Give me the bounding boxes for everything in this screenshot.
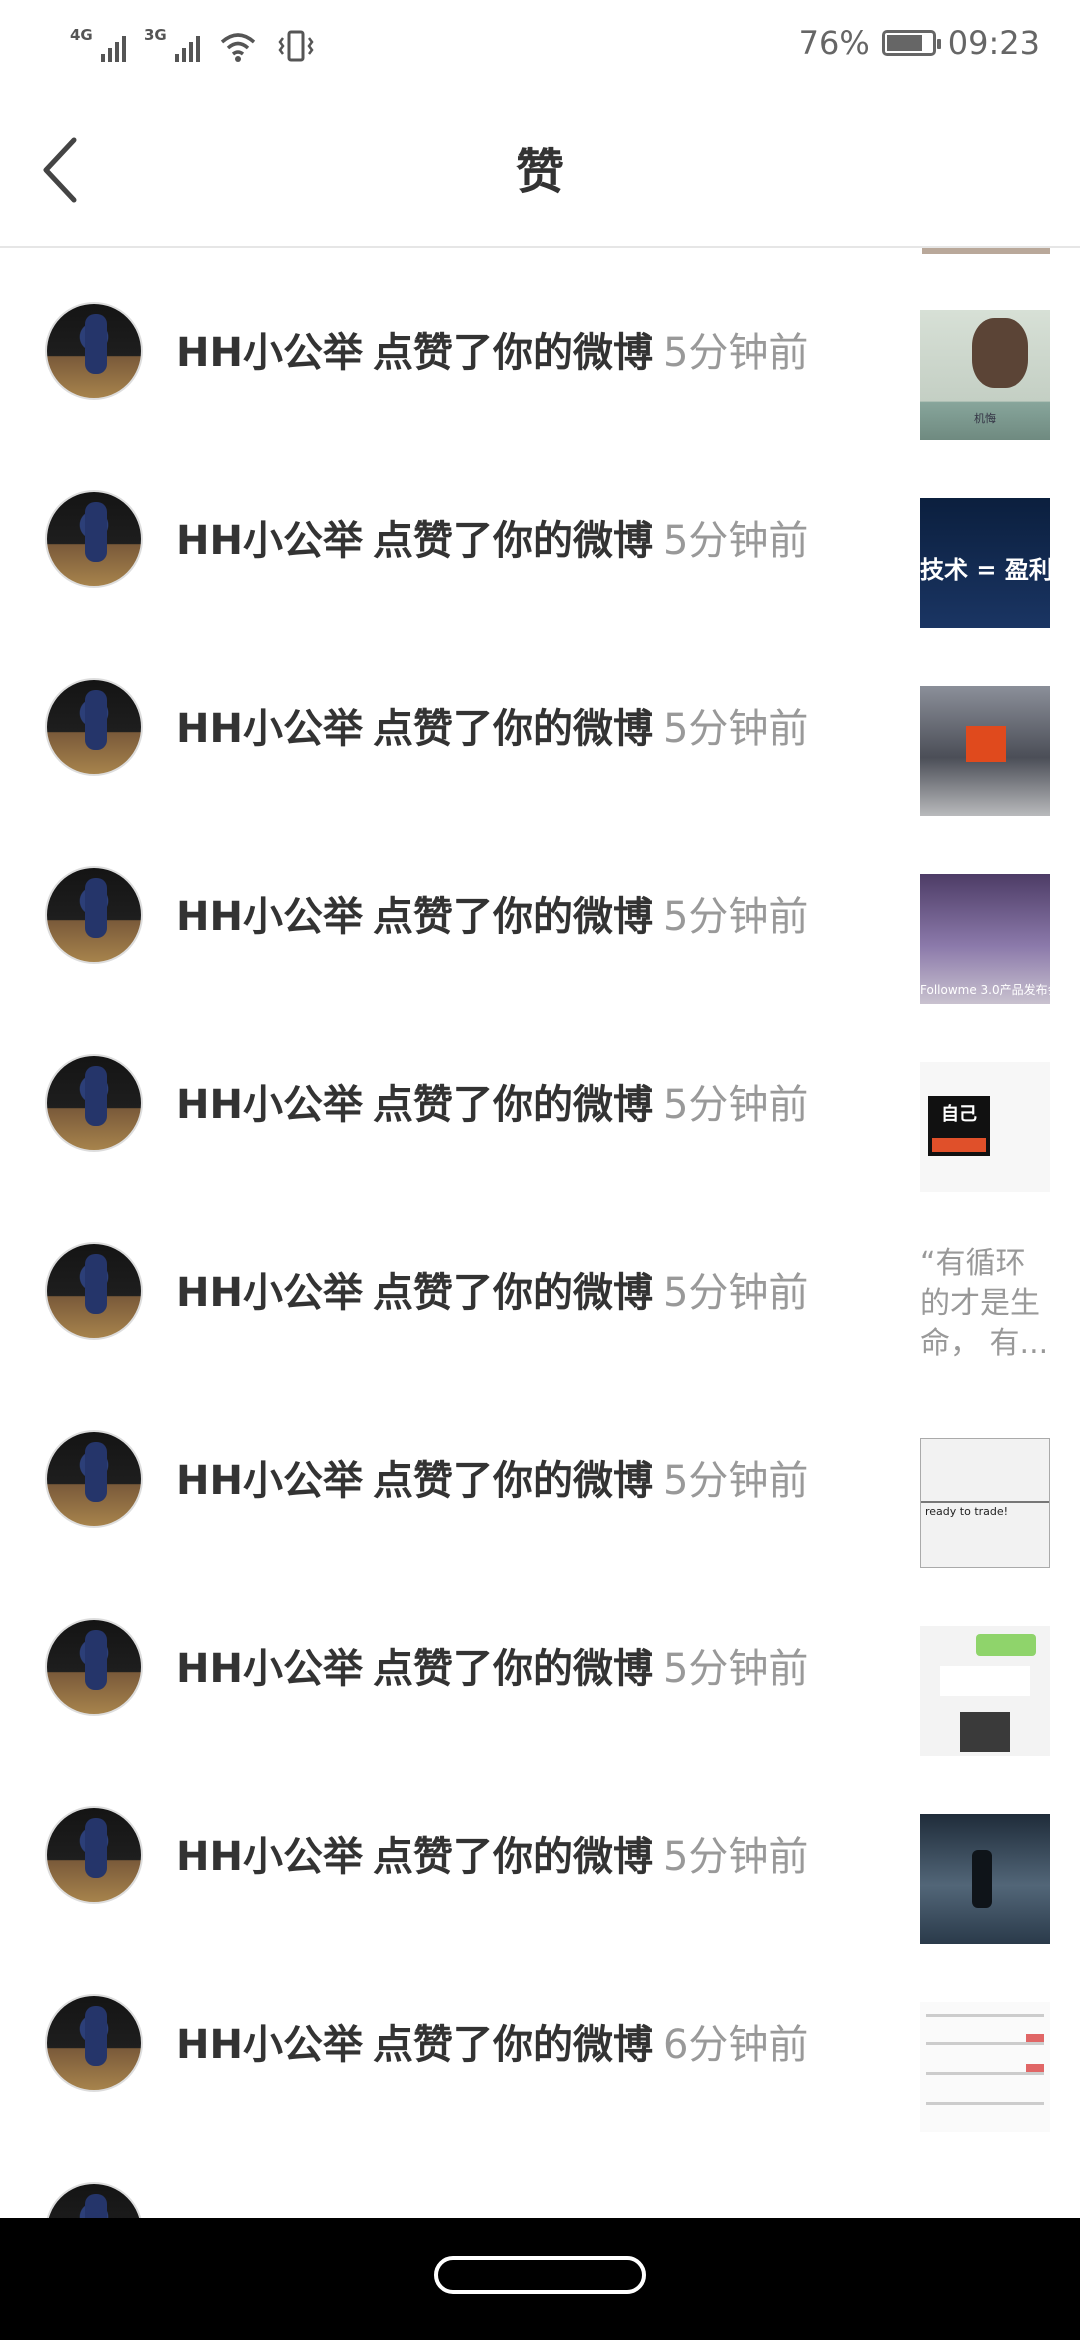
- user-name[interactable]: HH小公举: [176, 1646, 363, 1692]
- battery-icon: [881, 30, 941, 56]
- user-name[interactable]: HH小公举: [176, 518, 363, 564]
- like-text: HH小公举 点赞了你的微博 6分钟前: [176, 2012, 808, 2070]
- post-thumbnail[interactable]: 技术 = 盈利 ?: [920, 498, 1050, 628]
- list-item[interactable]: HH小公举 点赞了你的微博 5分钟前 Followme 3.0产品发布会: [0, 812, 1080, 1004]
- list-item-partial[interactable]: [0, 2128, 1080, 2218]
- timestamp: 6分钟前: [662, 2022, 809, 2068]
- user-name[interactable]: HH小公举: [176, 1270, 363, 1316]
- avatar[interactable]: [45, 490, 143, 588]
- list-item[interactable]: HH小公举 点赞了你的微博 6分钟前: [0, 1940, 1080, 2132]
- post-thumbnail[interactable]: [920, 1626, 1050, 1756]
- avatar[interactable]: [45, 302, 143, 400]
- like-text: HH小公举 点赞了你的微博 5分钟前: [176, 696, 808, 754]
- avatar[interactable]: [45, 1430, 143, 1528]
- clock: 09:23: [947, 24, 1040, 62]
- action-text: 点赞了你的微博: [372, 1834, 653, 1880]
- avatar[interactable]: [45, 1806, 143, 1904]
- avatar[interactable]: [45, 2182, 143, 2218]
- action-text: 点赞了你的微博: [372, 1646, 653, 1692]
- list-item[interactable]: HH小公举 点赞了你的微博 5分钟前 “有循环的才是生命， 有...: [0, 1188, 1080, 1376]
- signal-4g-icon: 4G: [70, 26, 126, 66]
- thumbnail-caption: Followme 3.0产品发布会: [920, 983, 1050, 997]
- action-text: 点赞了你的微博: [372, 894, 653, 940]
- likes-list[interactable]: HH小公举 点赞了你的微博 5分钟前 机悔 HH小公举 点赞了你的微博 5分钟前 技术 …: [0, 248, 1080, 2218]
- like-text: HH小公举 点赞了你的微博 5分钟前: [176, 320, 808, 378]
- avatar[interactable]: [45, 1054, 143, 1152]
- action-text: 点赞了你的微博: [372, 518, 653, 564]
- action-text: 点赞了你的微博: [372, 2022, 653, 2068]
- signal-3g-icon: 3G: [144, 26, 200, 66]
- avatar[interactable]: [45, 678, 143, 776]
- avatar[interactable]: [45, 1994, 143, 2092]
- user-name[interactable]: HH小公举: [176, 894, 363, 940]
- list-item[interactable]: HH小公举 点赞了你的微博 5分钟前 自己: [0, 1000, 1080, 1192]
- list-item[interactable]: HH小公举 点赞了你的微博 5分钟前: [0, 624, 1080, 816]
- battery-percent: 76%: [798, 24, 870, 62]
- like-text: HH小公举 点赞了你的微博 5分钟前: [176, 1448, 808, 1506]
- post-text-preview[interactable]: “有循环的才是生命， 有...: [920, 1244, 1050, 1364]
- post-thumbnail[interactable]: Followme 3.0产品发布会: [920, 874, 1050, 1004]
- action-text: 点赞了你的微博: [372, 1082, 653, 1128]
- timestamp: 5分钟前: [662, 1458, 809, 1504]
- status-bar: 4G 3G 76% 09:23: [0, 0, 1080, 90]
- avatar[interactable]: [45, 1242, 143, 1340]
- status-left: 4G 3G: [70, 22, 316, 66]
- post-thumbnail[interactable]: [920, 686, 1050, 816]
- list-item[interactable]: HH小公举 点赞了你的微博 5分钟前 机悔: [0, 248, 1080, 440]
- wifi-icon: [220, 33, 256, 62]
- avatar[interactable]: [45, 866, 143, 964]
- thumbnail-caption: ready to trade!: [925, 1505, 1009, 1518]
- like-text: HH小公举 点赞了你的微博 5分钟前: [176, 1824, 808, 1882]
- post-thumbnail[interactable]: [920, 2002, 1050, 2132]
- action-text: 点赞了你的微博: [372, 330, 653, 376]
- post-thumbnail[interactable]: [920, 1814, 1050, 1944]
- like-text: HH小公举 点赞了你的微博 5分钟前: [176, 884, 808, 942]
- vibrate-icon: [278, 30, 314, 62]
- user-name[interactable]: HH小公举: [176, 330, 363, 376]
- list-item[interactable]: HH小公举 点赞了你的微博 5分钟前: [0, 1752, 1080, 1944]
- thumbnail-caption: 自己: [941, 1104, 977, 1125]
- header: 赞: [0, 90, 1080, 248]
- timestamp: 5分钟前: [662, 894, 809, 940]
- like-text: HH小公举 点赞了你的微博 5分钟前: [176, 1260, 808, 1318]
- user-name[interactable]: HH小公举: [176, 706, 363, 752]
- timestamp: 5分钟前: [662, 1834, 809, 1880]
- list-item[interactable]: HH小公举 点赞了你的微博 5分钟前: [0, 1564, 1080, 1756]
- avatar[interactable]: [45, 1618, 143, 1716]
- timestamp: 5分钟前: [662, 1270, 809, 1316]
- like-text: HH小公举 点赞了你的微博 5分钟前: [176, 1072, 808, 1130]
- action-text: 点赞了你的微博: [372, 1458, 653, 1504]
- like-text: HH小公举 点赞了你的微博 5分钟前: [176, 508, 808, 566]
- timestamp: 5分钟前: [662, 1082, 809, 1128]
- post-thumbnail[interactable]: 机悔: [920, 310, 1050, 440]
- user-name[interactable]: HH小公举: [176, 1082, 363, 1128]
- action-text: 点赞了你的微博: [372, 1270, 653, 1316]
- action-text: 点赞了你的微博: [372, 706, 653, 752]
- navigation-bar: [0, 2218, 1080, 2340]
- user-name[interactable]: HH小公举: [176, 2022, 363, 2068]
- list-item[interactable]: HH小公举 点赞了你的微博 5分钟前 ready to trade!: [0, 1376, 1080, 1568]
- network-type-label: 4G: [70, 26, 93, 44]
- like-text: HH小公举 点赞了你的微博 5分钟前: [176, 1636, 808, 1694]
- status-right: 76% 09:23: [799, 18, 1040, 68]
- post-thumbnail[interactable]: ready to trade!: [920, 1438, 1050, 1568]
- thumbnail-caption: 技术 = 盈利 ?: [920, 556, 1050, 584]
- user-name[interactable]: HH小公举: [176, 1458, 363, 1504]
- network-type-label: 3G: [144, 26, 167, 44]
- timestamp: 5分钟前: [662, 706, 809, 752]
- post-thumbnail[interactable]: 自己: [920, 1062, 1050, 1192]
- page-title: 赞: [515, 144, 564, 200]
- timestamp: 5分钟前: [662, 518, 809, 564]
- thumbnail-caption: 机悔: [974, 412, 996, 425]
- home-indicator[interactable]: [434, 2256, 646, 2294]
- list-item[interactable]: HH小公举点赞了你的微博5分钟前 技术 = 盈利 ?: [0, 436, 1080, 628]
- timestamp: 5分钟前: [662, 1646, 809, 1692]
- timestamp: 5分钟前: [662, 330, 809, 376]
- user-name[interactable]: HH小公举: [176, 1834, 363, 1880]
